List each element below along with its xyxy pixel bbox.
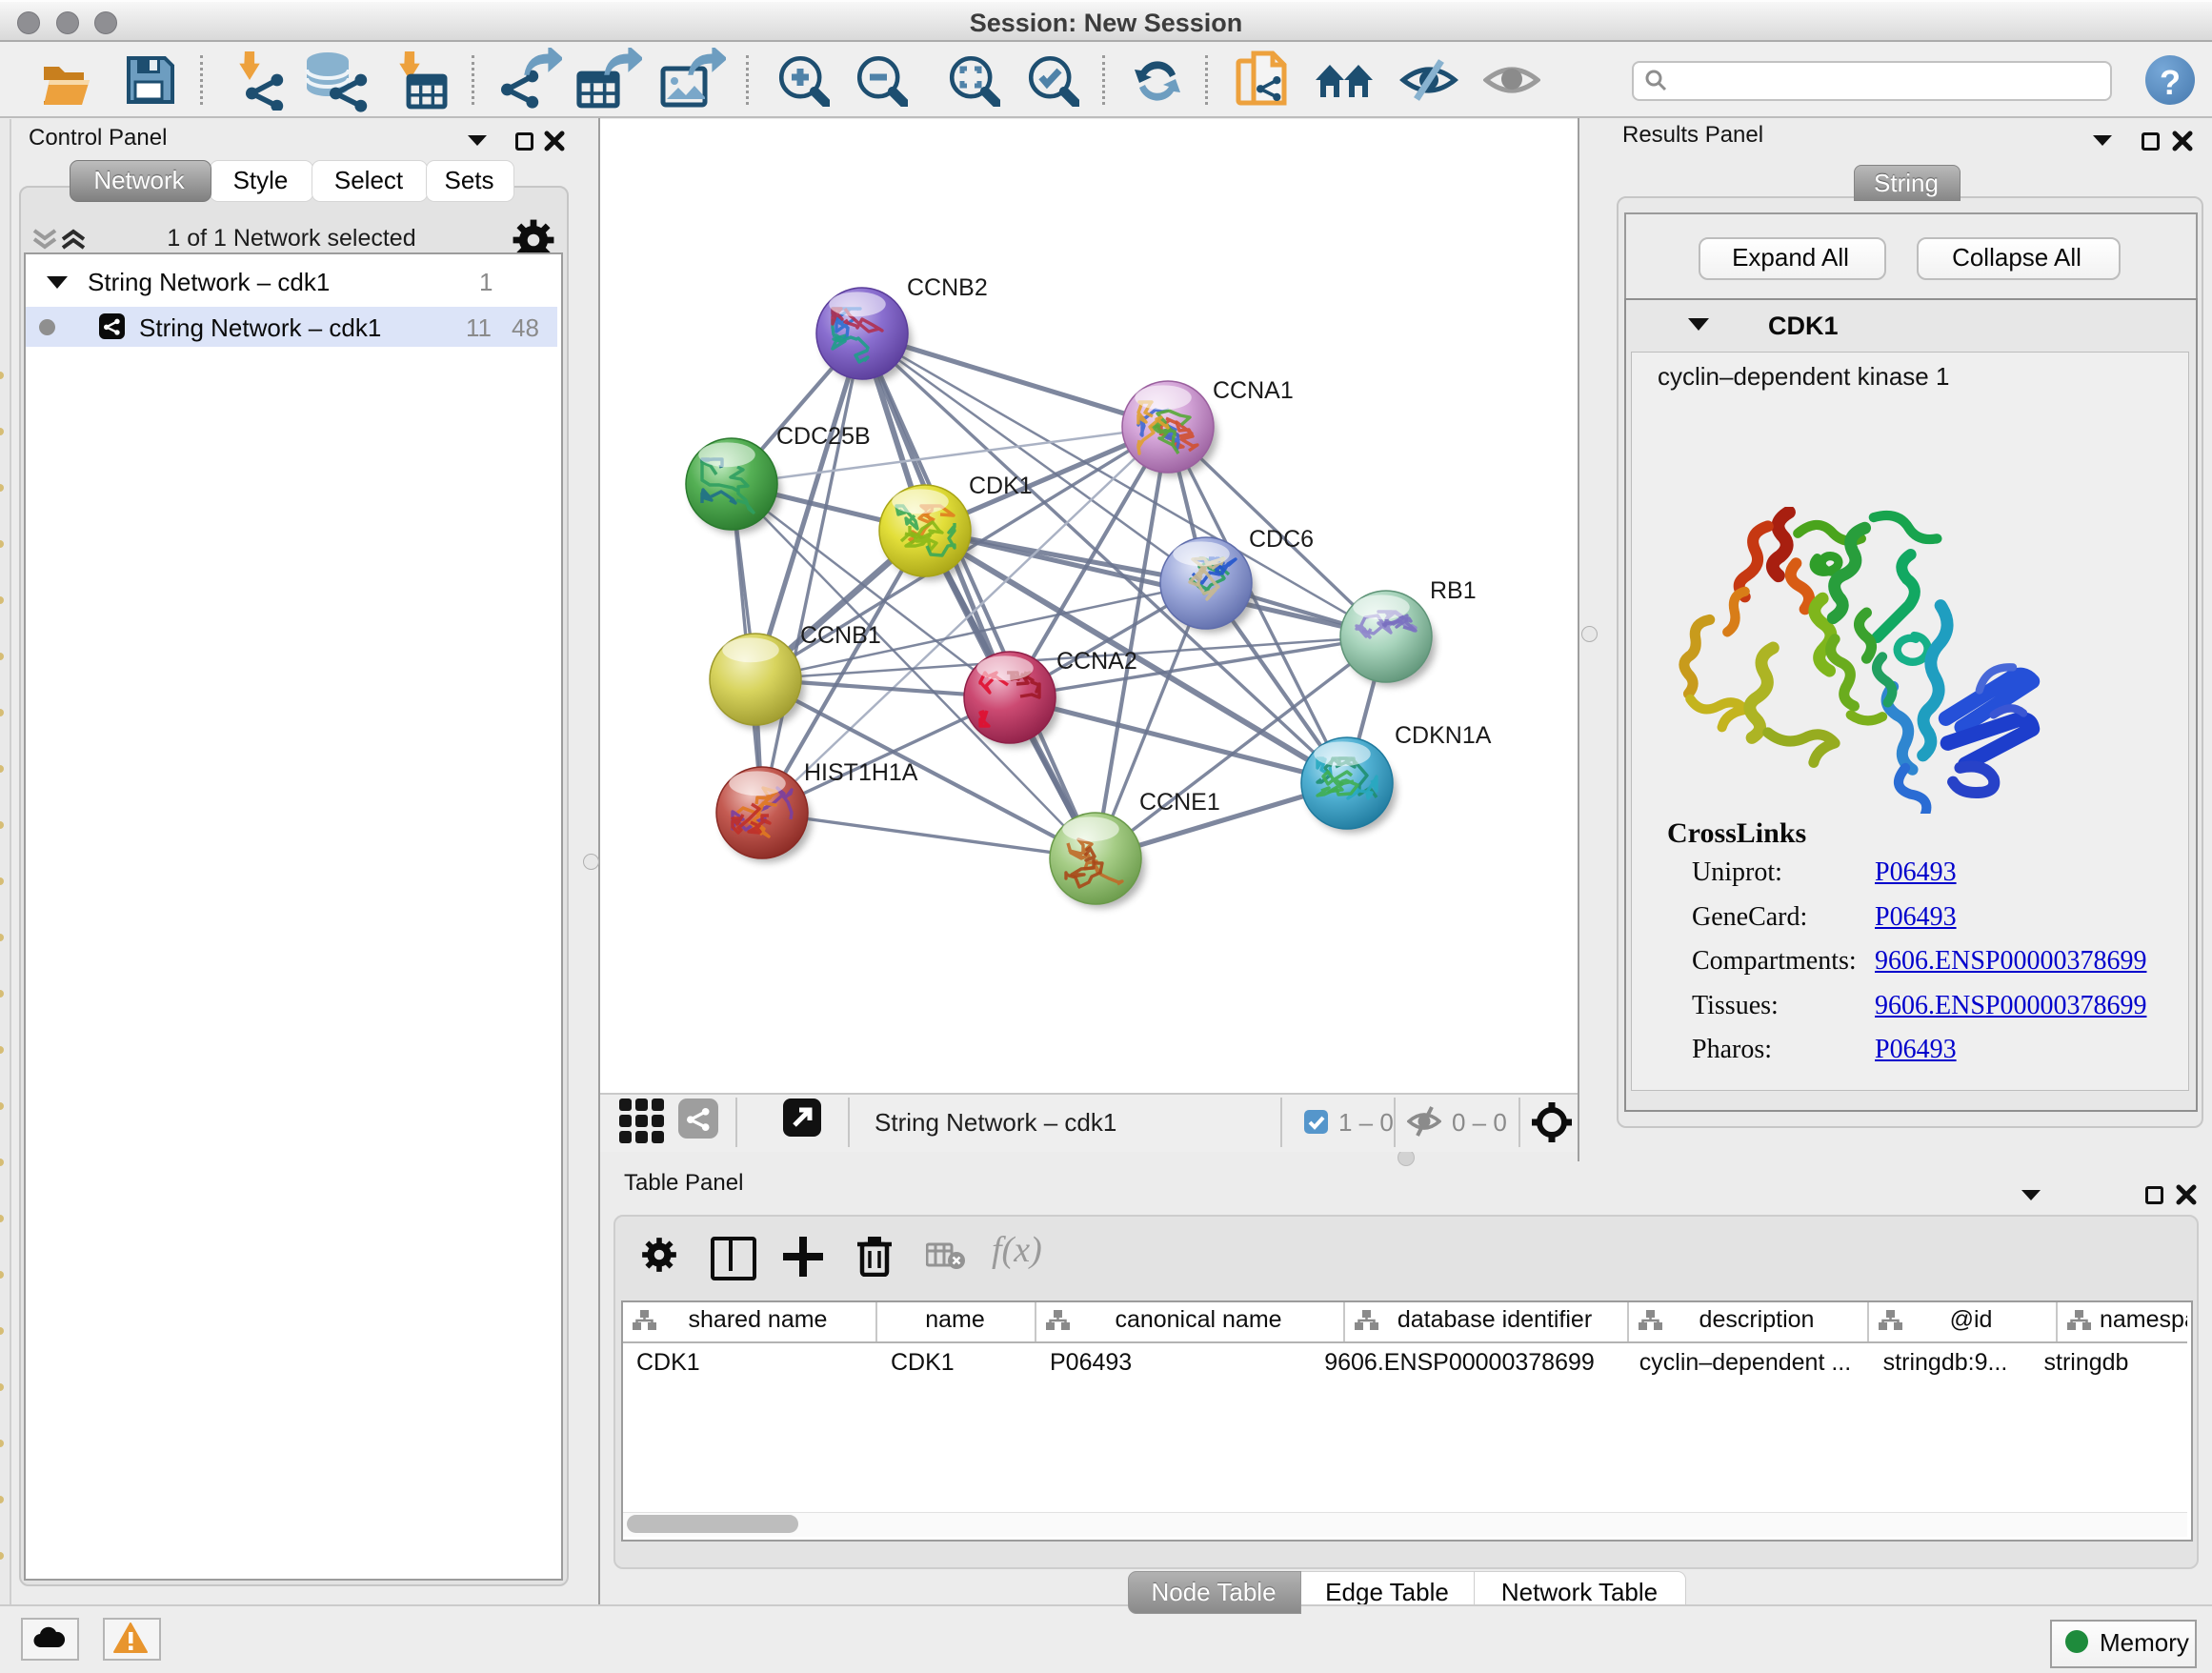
svg-text:CCNB2: CCNB2 bbox=[907, 274, 988, 301]
svg-text:CCNE1: CCNE1 bbox=[1139, 789, 1220, 816]
svg-text:RB1: RB1 bbox=[1430, 577, 1477, 604]
svg-text:CDKN1A: CDKN1A bbox=[1395, 722, 1492, 749]
svg-text:CCNA2: CCNA2 bbox=[1056, 648, 1137, 675]
svg-text:CDC6: CDC6 bbox=[1249, 526, 1314, 553]
svg-text:CCNA1: CCNA1 bbox=[1213, 377, 1294, 404]
svg-text:CDK1: CDK1 bbox=[969, 473, 1033, 499]
svg-text:CDC25B: CDC25B bbox=[776, 423, 871, 450]
svg-text:HIST1H1A: HIST1H1A bbox=[804, 759, 918, 786]
svg-text:CCNB1: CCNB1 bbox=[800, 622, 881, 649]
